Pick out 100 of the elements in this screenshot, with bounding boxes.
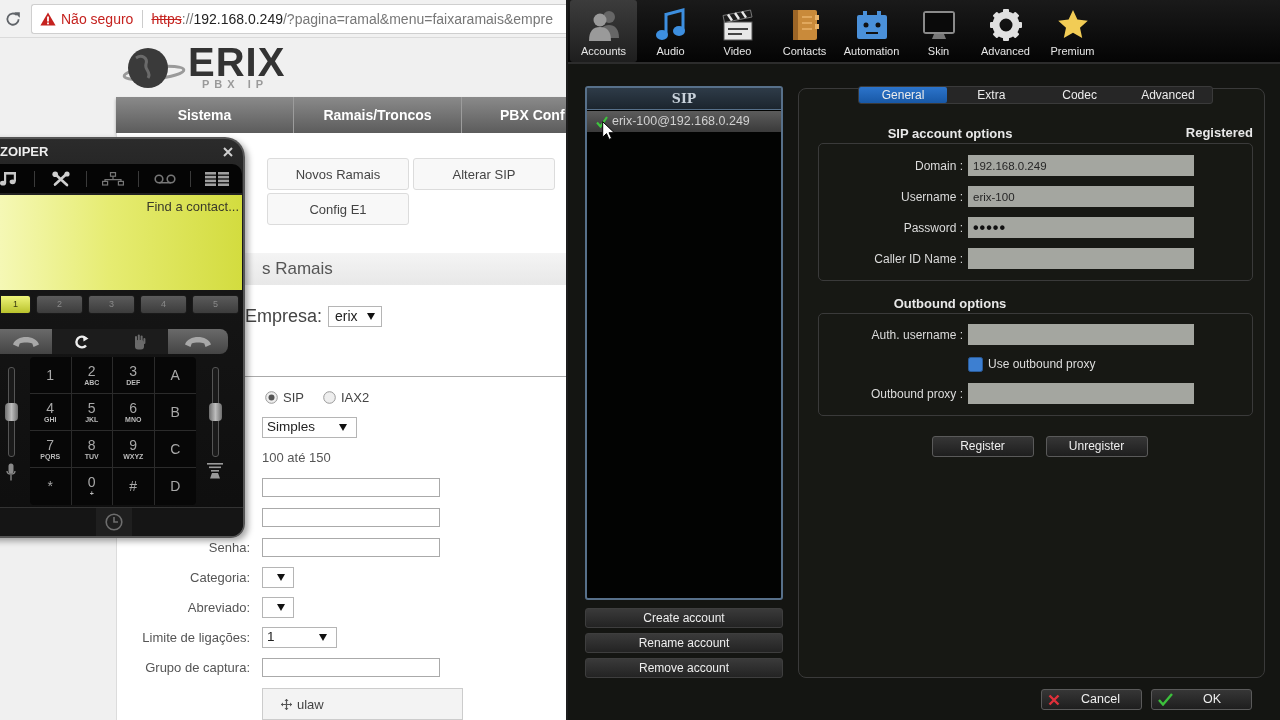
phone-handset-icon <box>13 336 39 347</box>
checkbox[interactable] <box>968 356 983 372</box>
close-icon <box>1048 693 1060 706</box>
clock-icon <box>104 513 123 531</box>
tab[interactable]: Advanced <box>1123 87 1212 103</box>
action-button[interactable]: Register <box>931 435 1034 457</box>
nav-menu-item[interactable]: PBX Conf <box>462 97 566 133</box>
check-icon <box>1158 693 1173 706</box>
call-button[interactable] <box>0 329 52 354</box>
toolbar-button[interactable]: Premium <box>1039 0 1106 62</box>
line-button[interactable]: 1 <box>0 295 31 314</box>
field-label: Grupo de captura: <box>145 659 250 675</box>
text-field[interactable] <box>262 537 440 557</box>
section-title: SIP account options <box>887 125 1013 141</box>
tab[interactable]: General <box>859 87 948 103</box>
redial-button[interactable] <box>52 329 110 354</box>
dial-key[interactable]: 1 <box>30 357 72 394</box>
account-item[interactable]: erix-100@192.168.0.249 <box>587 111 781 132</box>
toolbar-button[interactable]: Advanced <box>972 0 1039 62</box>
close-icon <box>223 146 233 157</box>
move-icon <box>281 698 292 710</box>
dropdown[interactable]: erix <box>328 305 382 327</box>
toolbar-button[interactable]: Skin <box>905 0 972 62</box>
dial-key[interactable]: A <box>154 357 196 394</box>
ok-button[interactable]: OK <box>1151 689 1252 710</box>
text-field[interactable] <box>968 248 1194 269</box>
clapperboard-icon <box>719 7 756 43</box>
dial-key[interactable]: D <box>154 468 196 505</box>
speaker-icon <box>207 463 223 479</box>
text-field[interactable] <box>262 657 440 677</box>
window-title: ZOIPER <box>0 144 49 159</box>
volume-slider-track[interactable] <box>7 367 15 457</box>
section-title: Outbound options <box>893 295 1007 311</box>
volume-slider-track[interactable] <box>211 367 219 457</box>
text-field[interactable]: erix-100 <box>968 186 1194 207</box>
redial-icon <box>73 334 89 349</box>
radio-button[interactable] <box>265 390 278 404</box>
dropdown[interactable] <box>262 566 294 588</box>
address-bar[interactable]: Não seguro https://192.168.0.249/?pagina=ramal&menu=faixaramais&empre <box>31 3 566 34</box>
toolbar-button[interactable]: Video <box>704 0 771 62</box>
toolbar-button[interactable]: Accounts <box>570 0 637 62</box>
field-label: Auth. username : <box>871 327 963 342</box>
cancel-button[interactable]: Cancel <box>1041 689 1142 710</box>
close-button[interactable] <box>221 144 235 159</box>
menu-button[interactable]: Config E1 <box>267 193 409 225</box>
field-label: Empresa: <box>245 306 323 326</box>
warning-icon <box>40 11 56 26</box>
history-button[interactable] <box>95 508 132 536</box>
text-field[interactable] <box>968 383 1194 405</box>
toolbar-button[interactable]: Contacts <box>771 0 838 62</box>
network-icon[interactable] <box>101 171 124 186</box>
checkbox-label: Use outbound proxy <box>988 357 1096 372</box>
grid-icon[interactable] <box>204 171 229 186</box>
dropdown[interactable]: Simples <box>262 416 357 438</box>
toolbar-button[interactable]: Audio <box>637 0 704 62</box>
list-header: SIP <box>587 88 781 110</box>
dial-key[interactable]: # <box>113 468 155 505</box>
phone-handset-icon <box>185 336 211 347</box>
account-button[interactable]: Create account <box>585 608 783 628</box>
music-note-icon[interactable] <box>0 171 16 186</box>
action-button[interactable]: Unregister <box>1045 435 1148 457</box>
field-label: Abreviado: <box>187 599 250 615</box>
account-button[interactable]: Rename account <box>585 633 783 653</box>
contact-search-field[interactable]: Find a contact... <box>89 198 239 216</box>
text-field[interactable] <box>968 324 1194 346</box>
hang-up-button[interactable] <box>168 329 228 354</box>
tools-icon[interactable] <box>51 170 70 187</box>
caret-icon <box>319 633 327 641</box>
dial-key[interactable]: B <box>154 394 196 431</box>
field-label: Outbound proxy : <box>870 386 963 401</box>
radio-button[interactable] <box>322 390 336 404</box>
account-button[interactable]: Remove account <box>585 658 783 678</box>
slider-thumb[interactable] <box>4 403 18 421</box>
codec-item[interactable]: ulaw <box>281 696 324 712</box>
caret-icon <box>277 573 285 581</box>
dropdown[interactable] <box>262 596 294 618</box>
tab[interactable]: Extra <box>947 87 1036 103</box>
dial-key[interactable]: * <box>30 468 72 505</box>
toolbar-button[interactable]: Automation <box>838 0 905 62</box>
field-label: Senha: <box>208 539 250 555</box>
url-text: https://192.168.0.249/?pagina=ramal&menu=faixaramais&empre <box>151 10 553 27</box>
password-field[interactable]: ••••• <box>968 217 1194 238</box>
security-warning-text: Não seguro <box>61 10 134 27</box>
field-label: Password : <box>903 220 963 235</box>
text-field[interactable] <box>262 507 440 527</box>
range-text: 100 até 150 <box>262 449 331 465</box>
tab[interactable]: Codec <box>1035 87 1124 103</box>
field-label: Username : <box>900 189 963 204</box>
menu-button[interactable]: Novos Ramais <box>267 158 409 190</box>
field-label: Limite de ligações: <box>142 629 250 645</box>
field-label: Categoria: <box>190 569 250 585</box>
text-field[interactable] <box>262 477 440 497</box>
voicemail-icon[interactable] <box>153 173 176 184</box>
dropdown[interactable]: 1 <box>262 626 337 648</box>
text-field[interactable]: 192.168.0.249 <box>968 155 1194 176</box>
settings-icon <box>987 7 1024 43</box>
dial-key[interactable]: C <box>154 431 196 468</box>
slider-thumb[interactable] <box>208 403 222 421</box>
field-label: Caller ID Name : <box>874 251 963 266</box>
menu-button[interactable]: Alterar SIP <box>413 158 555 190</box>
